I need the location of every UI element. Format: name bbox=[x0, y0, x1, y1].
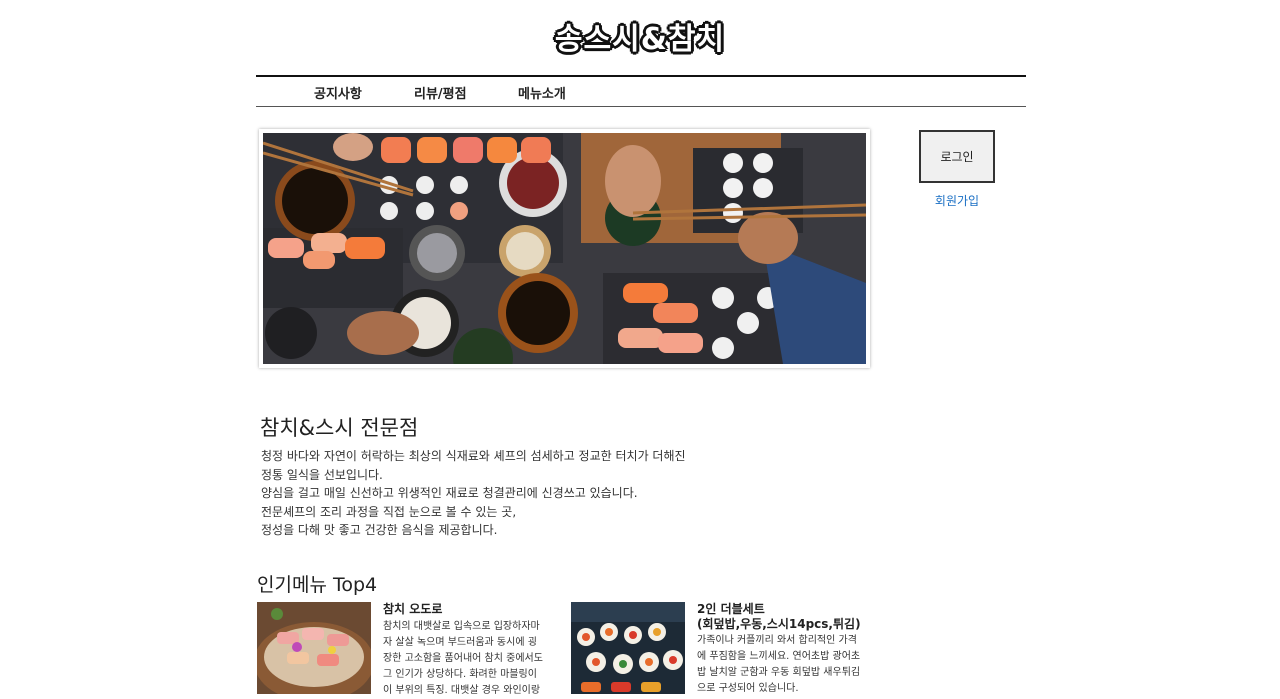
menu-name-line: (회덮밥,우동,스시14pcs,튀김) bbox=[697, 617, 861, 631]
menu-name: 2인 더블세트 (회덮밥,우동,스시14pcs,튀김) bbox=[697, 602, 861, 632]
popular-menu-heading: 인기메뉴 Top4 bbox=[257, 574, 378, 596]
site-title: 송스시&참치 bbox=[554, 22, 726, 57]
hero-image bbox=[259, 129, 870, 368]
signup-link[interactable]: 회원가입 bbox=[919, 192, 995, 209]
nav-item-menu[interactable]: 메뉴소개 bbox=[518, 83, 566, 102]
nav-item-reviews[interactable]: 리뷰/평점 bbox=[414, 83, 467, 102]
menu-desc-line: 으로 구성되어 있습니다. bbox=[697, 683, 799, 694]
menu-name-line: 2인 더블세트 bbox=[697, 602, 765, 616]
menu-desc-line: 장한 고소함을 품어내어 참치 중에서도 bbox=[383, 653, 543, 664]
menu-desc-line: 이 부위의 특징. 대뱃살 경우 와인이랑 bbox=[383, 685, 541, 696]
intro-line: 정성을 다해 맛 좋고 건강한 음식을 제공합니다. bbox=[261, 523, 498, 538]
double-set-photo bbox=[571, 602, 685, 694]
menu-desc-line: 그 인기가 상당하다. 화려한 마블링이 bbox=[383, 669, 537, 680]
intro-line: 양심을 걸고 매일 신선하고 위생적인 재료로 청결관리에 신경쓰고 있습니다. bbox=[261, 486, 638, 501]
menu-desc-line: 자 살살 녹으며 부드러움과 동시에 굉 bbox=[383, 637, 537, 648]
menu-name: 참치 오도로 bbox=[383, 602, 442, 617]
nav-item-notice[interactable]: 공지사항 bbox=[314, 83, 362, 102]
menu-description: 가족이나 커플끼리 와서 합리적인 가격 에 푸짐함을 느끼세요. 연어초밥 광… bbox=[697, 633, 872, 697]
intro-heading: 참치&스시 전문점 bbox=[260, 416, 419, 440]
menu-desc-line: 밥 날치알 군함과 우동 회덮밥 새우튀김 bbox=[697, 667, 861, 678]
sushi-table-photo bbox=[263, 133, 866, 364]
otoro-photo bbox=[257, 602, 371, 694]
login-button[interactable]: 로그인 bbox=[919, 130, 995, 183]
menu-name-line: 참치 오도로 bbox=[383, 602, 443, 616]
intro-line: 전문셰프의 조리 과정을 직접 눈으로 볼 수 있는 곳, bbox=[261, 504, 517, 519]
menu-description: 참치의 대뱃살로 입속으로 입장하자마 자 살살 녹으며 부드러움과 동시에 굉… bbox=[383, 619, 558, 699]
menu-desc-line: 에 푸짐함을 느끼세요. 연어초밥 광어초 bbox=[697, 651, 861, 662]
intro-line: 정통 일식을 선보입니다. bbox=[261, 467, 383, 482]
intro-text: 청정 바다와 자연이 허락하는 최상의 식재료와 셰프의 섬세하고 정교한 터치… bbox=[261, 447, 686, 540]
main-nav: 공지사항 리뷰/평점 메뉴소개 bbox=[256, 75, 1026, 107]
intro-line: 청정 바다와 자연이 허락하는 최상의 식재료와 셰프의 섬세하고 정교한 터치… bbox=[261, 449, 686, 463]
menu-desc-line: 참치의 대뱃살로 입속으로 입장하자마 bbox=[383, 621, 540, 632]
menu-thumbnail[interactable] bbox=[257, 602, 371, 694]
menu-desc-line: 가족이나 커플끼리 와서 합리적인 가격 bbox=[697, 635, 857, 646]
menu-thumbnail[interactable] bbox=[571, 602, 685, 694]
